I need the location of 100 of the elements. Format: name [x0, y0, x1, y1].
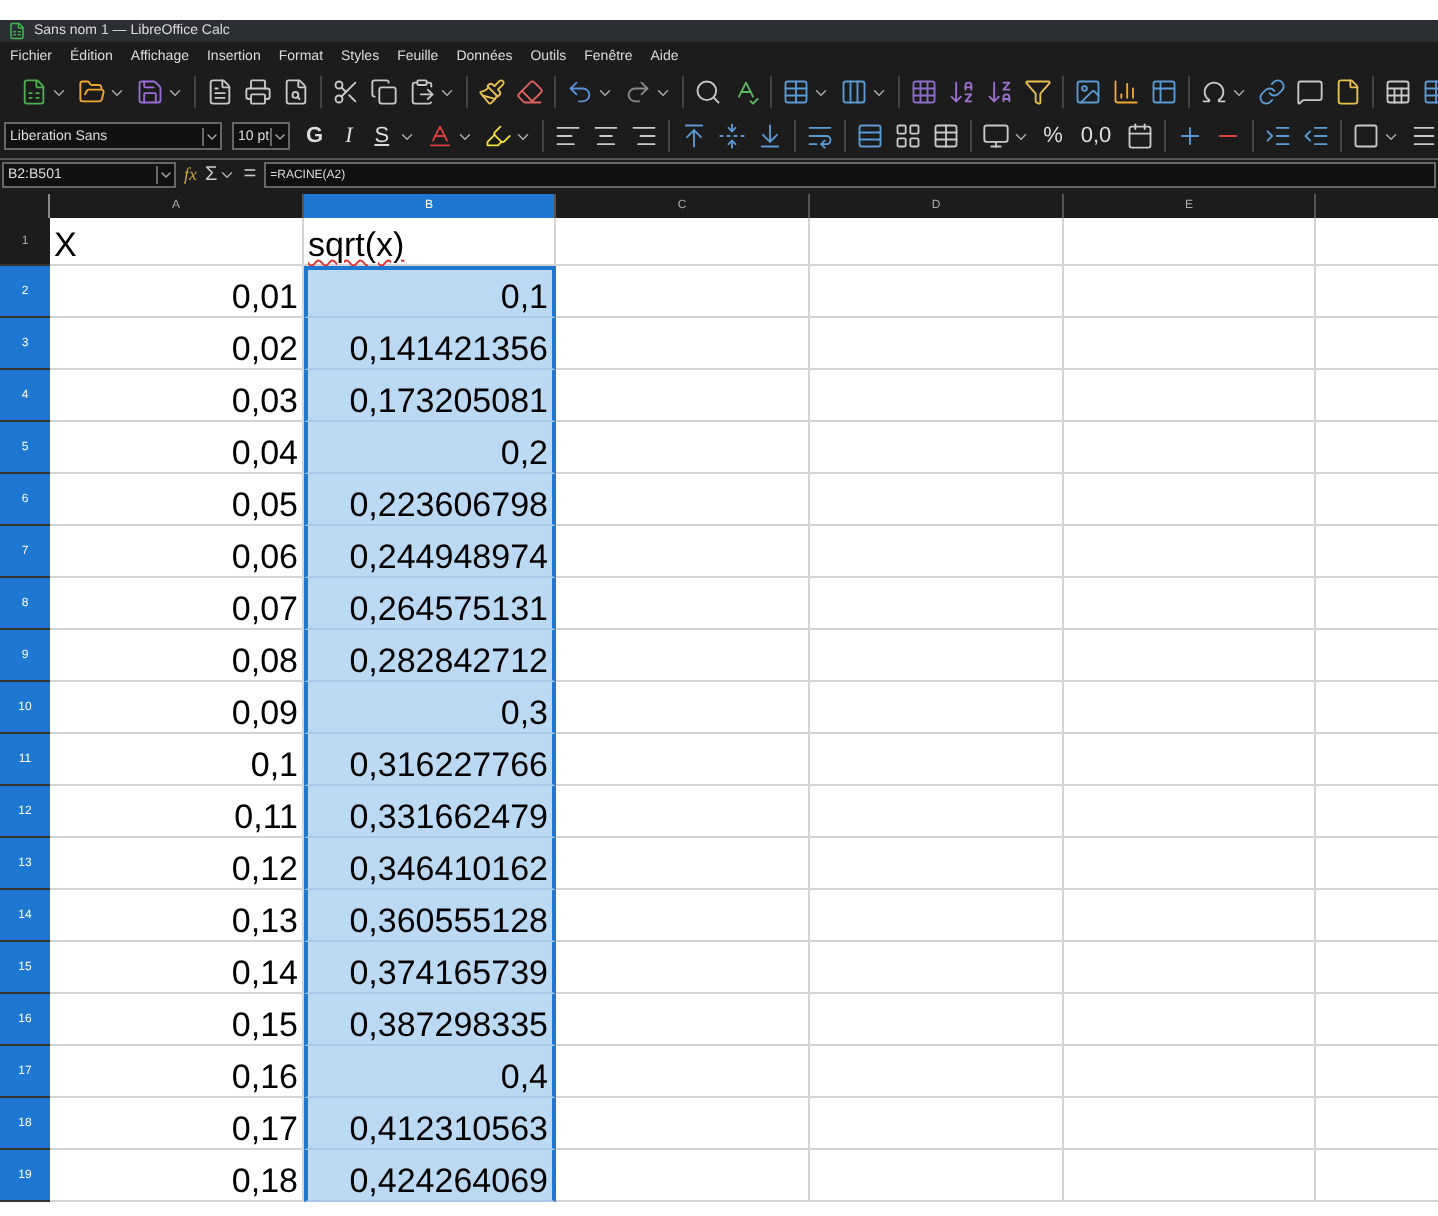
add-decimal-icon[interactable]: [1175, 122, 1204, 150]
table-cell[interactable]: [1064, 630, 1316, 682]
font-color-icon[interactable]: [425, 122, 454, 150]
table-cell[interactable]: [556, 682, 810, 734]
table-cell[interactable]: [556, 578, 810, 630]
table-cell[interactable]: [810, 994, 1064, 1046]
spellcheck-icon[interactable]: [732, 78, 760, 106]
table-cell[interactable]: [556, 994, 810, 1046]
table-cell[interactable]: 0,331662479: [304, 786, 556, 838]
table-cell[interactable]: [1064, 370, 1316, 422]
table-cell[interactable]: [556, 526, 810, 578]
comment-icon[interactable]: [1296, 78, 1324, 106]
dropdown-arrow-icon[interactable]: [270, 127, 288, 145]
table-cell[interactable]: [1064, 266, 1316, 318]
increase-indent-icon[interactable]: [1263, 122, 1292, 150]
table-cell[interactable]: [556, 786, 810, 838]
table-cell[interactable]: [1064, 734, 1316, 786]
image-icon[interactable]: [1074, 78, 1102, 106]
print-preview-icon[interactable]: [282, 78, 310, 106]
table-cell[interactable]: X: [50, 218, 304, 266]
table-cell[interactable]: [556, 318, 810, 370]
table-cell[interactable]: [1064, 942, 1316, 994]
align-bottom-icon[interactable]: [755, 122, 784, 150]
table-cell[interactable]: [810, 474, 1064, 526]
borders-icon[interactable]: [1351, 122, 1380, 150]
table-cell[interactable]: [556, 890, 810, 942]
table-cell[interactable]: 0,4: [304, 1046, 556, 1098]
sort-ascending-icon[interactable]: [948, 78, 976, 106]
table-cell[interactable]: [1064, 890, 1316, 942]
pivot-table-icon[interactable]: [1150, 78, 1178, 106]
table-cell[interactable]: 0,223606798: [304, 474, 556, 526]
table-cell[interactable]: [1064, 1150, 1316, 1202]
open-folder-icon[interactable]: [78, 78, 106, 106]
function-wizard-button[interactable]: fx: [184, 166, 197, 184]
new-spreadsheet-icon[interactable]: [20, 78, 48, 106]
border-style-icon[interactable]: [1409, 122, 1438, 150]
table-cell[interactable]: [556, 734, 810, 786]
table-cell[interactable]: [810, 266, 1064, 318]
search-icon[interactable]: [694, 78, 722, 106]
highlight-icon[interactable]: [483, 122, 512, 150]
table-cell[interactable]: [556, 422, 810, 474]
table-cell[interactable]: [810, 630, 1064, 682]
decrease-indent-icon[interactable]: [1301, 122, 1330, 150]
table-cell[interactable]: [1064, 474, 1316, 526]
align-right-icon[interactable]: [629, 122, 658, 150]
number-format-button[interactable]: %: [1039, 125, 1067, 147]
table-cell[interactable]: 0,424264069: [304, 1150, 556, 1202]
table-cell[interactable]: 0,264575131: [304, 578, 556, 630]
pdf-export-icon[interactable]: [206, 78, 234, 106]
dropdown-arrow-icon[interactable]: [156, 166, 174, 184]
table-cell[interactable]: [810, 578, 1064, 630]
table-cell[interactable]: [810, 682, 1064, 734]
table-cell[interactable]: 0,141421356: [304, 318, 556, 370]
table-cell[interactable]: 0,360555128: [304, 890, 556, 942]
table-cell[interactable]: 0,412310563: [304, 1098, 556, 1150]
table-cell[interactable]: [810, 218, 1064, 266]
copy-icon[interactable]: [370, 78, 398, 106]
table-cell[interactable]: [1064, 578, 1316, 630]
table-cell[interactable]: [1064, 526, 1316, 578]
table-cell[interactable]: [556, 474, 810, 526]
special-character-icon[interactable]: [1200, 78, 1228, 106]
table-cell[interactable]: [810, 890, 1064, 942]
table-cell[interactable]: [810, 370, 1064, 422]
table-cell[interactable]: [1064, 994, 1316, 1046]
undo-icon[interactable]: [566, 78, 594, 106]
table-cell[interactable]: [556, 838, 810, 890]
table-cell[interactable]: [810, 942, 1064, 994]
table-cell[interactable]: [810, 786, 1064, 838]
table-cell[interactable]: [1064, 1046, 1316, 1098]
wrap-text-icon[interactable]: [805, 122, 834, 150]
table-cell[interactable]: [556, 1098, 810, 1150]
paste-icon[interactable]: [408, 78, 436, 106]
table-cell[interactable]: 0,282842712: [304, 630, 556, 682]
table-cell[interactable]: [1064, 838, 1316, 890]
table-cell[interactable]: [556, 218, 810, 266]
table-cell[interactable]: [1064, 682, 1316, 734]
table-cell[interactable]: [810, 1098, 1064, 1150]
table-cell[interactable]: [1064, 318, 1316, 370]
table-cell[interactable]: [810, 422, 1064, 474]
table-cell[interactable]: [810, 526, 1064, 578]
table-cell[interactable]: [810, 1046, 1064, 1098]
style-button[interactable]: I: [339, 125, 359, 147]
hyperlink-icon[interactable]: [1258, 78, 1286, 106]
clone-formatting-icon[interactable]: [478, 78, 506, 106]
align-top-icon[interactable]: [679, 122, 708, 150]
dropdown-arrow-icon[interactable]: [202, 127, 220, 145]
align-left-icon[interactable]: [553, 122, 582, 150]
align-center-icon[interactable]: [591, 122, 620, 150]
table-cell[interactable]: [1064, 218, 1316, 266]
center-vertically-icon[interactable]: [717, 122, 746, 150]
table-cell[interactable]: [556, 630, 810, 682]
table-cell[interactable]: 0,244948974: [304, 526, 556, 578]
table-cell[interactable]: 0,374165739: [304, 942, 556, 994]
table-cell[interactable]: 0,173205081: [304, 370, 556, 422]
clear-formatting-icon[interactable]: [516, 78, 544, 106]
save-icon[interactable]: [136, 78, 164, 106]
chart-icon[interactable]: [1112, 78, 1140, 106]
filter-icon[interactable]: [1024, 78, 1052, 106]
table-cell[interactable]: 0,2: [304, 422, 556, 474]
table-cell[interactable]: [1064, 786, 1316, 838]
